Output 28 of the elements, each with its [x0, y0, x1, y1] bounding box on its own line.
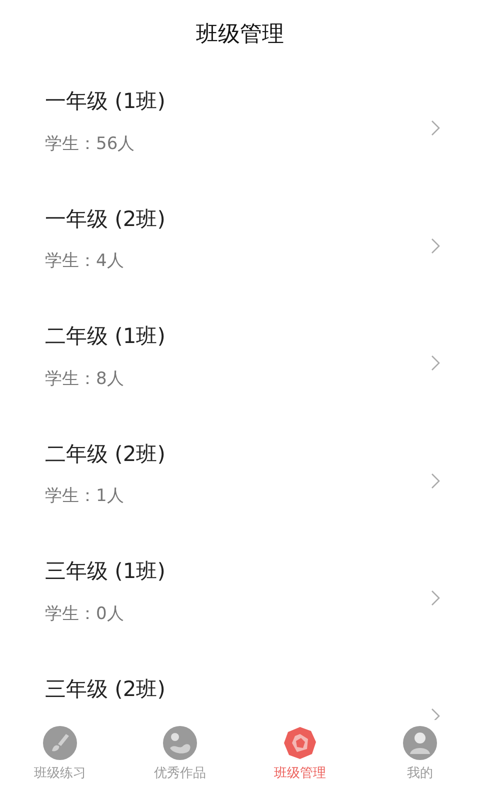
student-count: 学生：0人	[45, 602, 125, 626]
chevron-icon	[431, 590, 440, 606]
class-row[interactable]: 二年级 (2班) 学生：1人	[0, 420, 480, 538]
class-row[interactable]: 一年级 (2班) 学生：4人	[0, 186, 480, 303]
class-name: 一年级 (1班)	[45, 88, 166, 115]
class-name: 三年级 (2班)	[45, 676, 166, 702]
chevron-icon	[431, 355, 440, 371]
chevron-icon	[431, 238, 440, 254]
chevron-icon	[431, 120, 440, 136]
class-row[interactable]: 三年级 (2班)	[0, 656, 480, 720]
student-count: 学生：1人	[45, 485, 125, 508]
chevron-icon	[431, 708, 440, 720]
class-name: 三年级 (1班)	[45, 558, 166, 585]
student-count: 学生：4人	[45, 250, 125, 273]
student-count: 学生：8人	[45, 368, 125, 390]
class-row[interactable]: 一年级 (1班) 学生：56人	[0, 68, 480, 186]
class-row[interactable]: 三年级 (1班) 学生：0人	[0, 538, 480, 656]
student-count: 学生：56人	[45, 132, 136, 156]
image-icon	[163, 726, 197, 760]
class-name: 二年级 (2班)	[45, 440, 166, 468]
class-name: 一年级 (2班)	[45, 206, 166, 232]
person-icon	[403, 726, 437, 760]
chevron-icon	[431, 472, 440, 488]
class-row[interactable]: 二年级 (1班) 学生：8人	[0, 303, 480, 420]
class-name: 二年级 (1班)	[45, 323, 166, 350]
brush-icon	[43, 726, 77, 760]
polygon-icon	[283, 726, 317, 760]
page-title: 班级管理	[196, 20, 284, 48]
